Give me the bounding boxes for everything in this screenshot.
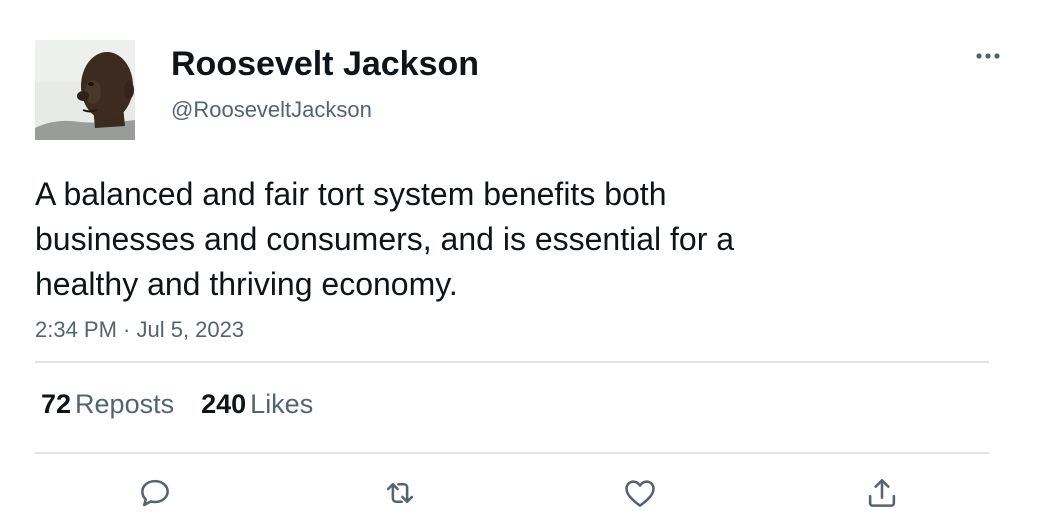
reposts-count: 72 <box>41 389 72 419</box>
like-button[interactable] <box>620 474 660 514</box>
divider-top <box>35 361 989 363</box>
user-handle[interactable]: @RooseveltJackson <box>171 96 372 124</box>
reply-icon <box>141 479 169 507</box>
more-options-button[interactable] <box>968 44 1008 68</box>
likes-stat[interactable]: 240 Likes <box>201 388 313 420</box>
heart-icon <box>625 480 655 507</box>
avatar[interactable] <box>35 40 135 140</box>
reposts-label: Reposts <box>75 389 175 419</box>
tweet-timestamp[interactable]: 2:34 PM · Jul 5, 2023 <box>35 316 244 344</box>
repost-icon <box>386 483 414 503</box>
share-button[interactable] <box>862 474 902 514</box>
reposts-stat[interactable]: 72 Reposts <box>41 388 174 420</box>
likes-label: Likes <box>250 389 314 419</box>
profile-photo <box>35 40 135 140</box>
reply-button[interactable] <box>135 474 175 514</box>
divider-bottom <box>35 452 989 454</box>
share-icon <box>868 479 896 507</box>
repost-button[interactable] <box>380 474 420 514</box>
likes-count: 240 <box>201 389 247 419</box>
engagement-stats: 72 Reposts 240 Likes <box>41 388 340 420</box>
display-name[interactable]: Roosevelt Jackson <box>171 44 479 84</box>
tweet-card: Roosevelt Jackson @RooseveltJackson A ba… <box>0 0 1050 525</box>
more-horizontal-icon <box>976 53 1000 59</box>
tweet-text: A balanced and fair tort system benefits… <box>35 176 735 302</box>
